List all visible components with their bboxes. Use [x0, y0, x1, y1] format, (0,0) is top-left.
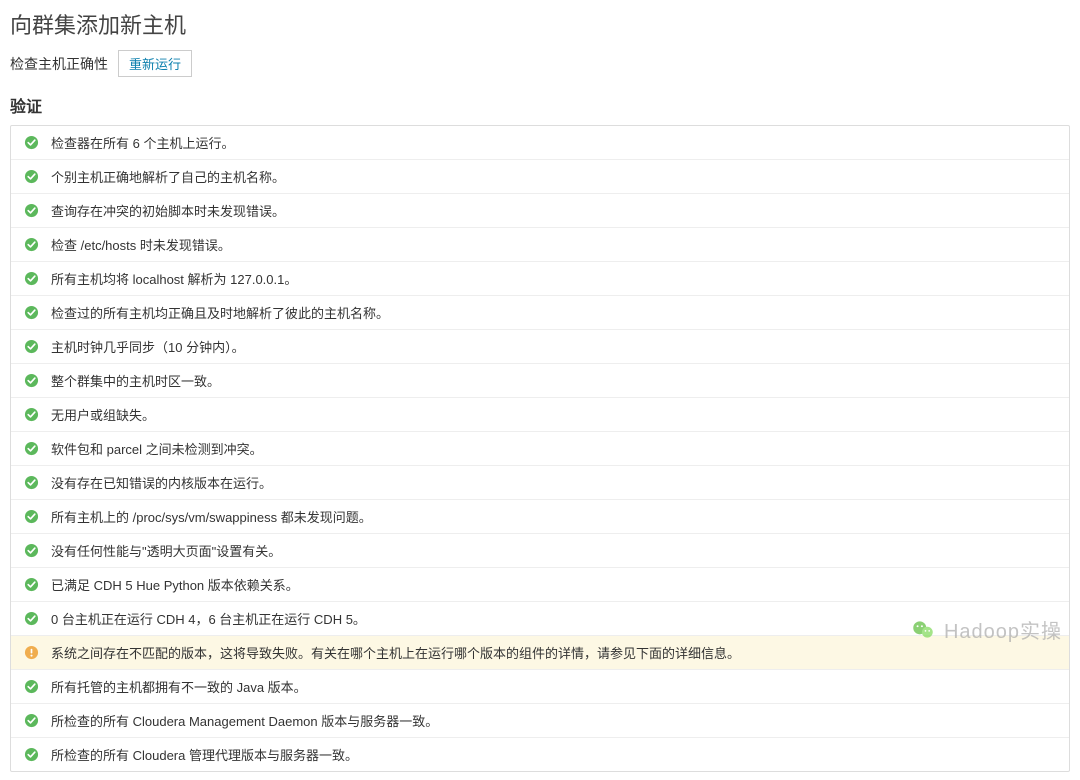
- check-item[interactable]: 所检查的所有 Cloudera Management Daemon 版本与服务器…: [11, 704, 1069, 738]
- check-circle-icon: [23, 543, 39, 559]
- check-item[interactable]: 已满足 CDH 5 Hue Python 版本依赖关系。: [11, 568, 1069, 602]
- check-item-text: 系统之间存在不匹配的版本，这将导致失败。有关在哪个主机上在运行哪个版本的组件的详…: [51, 643, 740, 662]
- check-item-text: 检查过的所有主机均正确且及时地解析了彼此的主机名称。: [51, 303, 389, 322]
- check-circle-icon: [23, 611, 39, 627]
- check-circle-icon: [23, 237, 39, 253]
- check-item-text: 所检查的所有 Cloudera Management Daemon 版本与服务器…: [51, 711, 438, 730]
- check-item[interactable]: 所有主机均将 localhost 解析为 127.0.0.1。: [11, 262, 1069, 296]
- check-circle-icon: [23, 577, 39, 593]
- check-circle-icon: [23, 305, 39, 321]
- check-item[interactable]: 检查 /etc/hosts 时未发现错误。: [11, 228, 1069, 262]
- check-circle-icon: [23, 203, 39, 219]
- check-item-text: 无用户或组缺失。: [51, 405, 155, 424]
- check-item[interactable]: 检查过的所有主机均正确且及时地解析了彼此的主机名称。: [11, 296, 1069, 330]
- check-circle-icon: [23, 509, 39, 525]
- check-circle-icon: [23, 271, 39, 287]
- subheader-text: 检查主机正确性: [10, 54, 108, 74]
- check-circle-icon: [23, 135, 39, 151]
- section-title: 验证: [10, 93, 1070, 117]
- check-item[interactable]: 主机时钟几乎同步（10 分钟内）。: [11, 330, 1069, 364]
- check-circle-icon: [23, 475, 39, 491]
- check-item[interactable]: 没有任何性能与"透明大页面"设置有关。: [11, 534, 1069, 568]
- check-item-text: 整个群集中的主机时区一致。: [51, 371, 220, 390]
- check-circle-icon: [23, 339, 39, 355]
- check-item-text: 所有主机均将 localhost 解析为 127.0.0.1。: [51, 269, 297, 288]
- subheader: 检查主机正确性 重新运行: [10, 50, 1070, 77]
- check-item[interactable]: 无用户或组缺失。: [11, 398, 1069, 432]
- check-item[interactable]: 没有存在已知错误的内核版本在运行。: [11, 466, 1069, 500]
- check-item[interactable]: 软件包和 parcel 之间未检测到冲突。: [11, 432, 1069, 466]
- check-item-text: 检查器在所有 6 个主机上运行。: [51, 133, 234, 152]
- check-item-text: 所有主机上的 /proc/sys/vm/swappiness 都未发现问题。: [51, 507, 372, 526]
- check-item-text: 0 台主机正在运行 CDH 4，6 台主机正在运行 CDH 5。: [51, 609, 366, 628]
- check-circle-icon: [23, 441, 39, 457]
- check-item[interactable]: 检查器在所有 6 个主机上运行。: [11, 126, 1069, 160]
- check-item[interactable]: 查询存在冲突的初始脚本时未发现错误。: [11, 194, 1069, 228]
- check-item-text: 查询存在冲突的初始脚本时未发现错误。: [51, 201, 285, 220]
- check-item[interactable]: 系统之间存在不匹配的版本，这将导致失败。有关在哪个主机上在运行哪个版本的组件的详…: [11, 636, 1069, 670]
- check-item-text: 已满足 CDH 5 Hue Python 版本依赖关系。: [51, 575, 299, 594]
- check-item-text: 没有任何性能与"透明大页面"设置有关。: [51, 541, 281, 560]
- check-item-text: 所有托管的主机都拥有不一致的 Java 版本。: [51, 677, 307, 696]
- check-circle-icon: [23, 407, 39, 423]
- check-item[interactable]: 个别主机正确地解析了自己的主机名称。: [11, 160, 1069, 194]
- check-item-text: 所检查的所有 Cloudera 管理代理版本与服务器一致。: [51, 745, 358, 764]
- check-circle-icon: [23, 169, 39, 185]
- validation-list: 检查器在所有 6 个主机上运行。个别主机正确地解析了自己的主机名称。查询存在冲突…: [10, 125, 1070, 772]
- check-item-text: 检查 /etc/hosts 时未发现错误。: [51, 235, 231, 254]
- rerun-button[interactable]: 重新运行: [118, 50, 192, 77]
- check-circle-icon: [23, 713, 39, 729]
- check-circle-icon: [23, 679, 39, 695]
- check-item[interactable]: 所检查的所有 Cloudera 管理代理版本与服务器一致。: [11, 738, 1069, 771]
- check-item[interactable]: 整个群集中的主机时区一致。: [11, 364, 1069, 398]
- warning-icon: [23, 645, 39, 661]
- check-circle-icon: [23, 373, 39, 389]
- check-item[interactable]: 0 台主机正在运行 CDH 4，6 台主机正在运行 CDH 5。: [11, 602, 1069, 636]
- check-item-text: 个别主机正确地解析了自己的主机名称。: [51, 167, 285, 186]
- check-item-text: 软件包和 parcel 之间未检测到冲突。: [51, 439, 263, 458]
- check-item-text: 没有存在已知错误的内核版本在运行。: [51, 473, 272, 492]
- check-item-text: 主机时钟几乎同步（10 分钟内）。: [51, 337, 245, 356]
- check-item[interactable]: 所有主机上的 /proc/sys/vm/swappiness 都未发现问题。: [11, 500, 1069, 534]
- page-title: 向群集添加新主机: [10, 8, 1070, 40]
- check-item[interactable]: 所有托管的主机都拥有不一致的 Java 版本。: [11, 670, 1069, 704]
- check-circle-icon: [23, 747, 39, 763]
